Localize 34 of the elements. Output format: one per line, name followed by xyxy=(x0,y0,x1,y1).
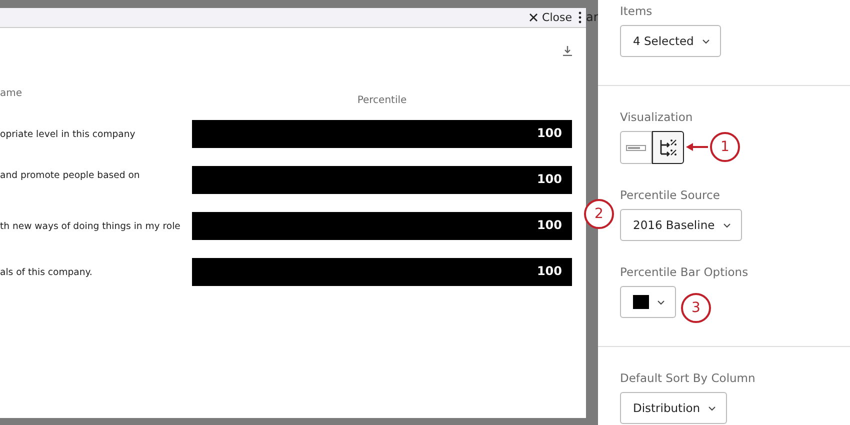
annotation-marker: 1 xyxy=(710,132,740,162)
dropdown[interactable]: Distribution xyxy=(620,392,728,424)
section-label: Default Sort By Column xyxy=(620,371,756,385)
bar-value: 100 xyxy=(536,264,562,278)
row-label: and promote people based on xyxy=(0,169,141,181)
percent-arrows-icon xyxy=(658,138,678,156)
bar-value: 100 xyxy=(536,126,562,140)
close-icon xyxy=(529,13,538,22)
more-options-icon[interactable] xyxy=(578,11,582,24)
column-header: Percentile xyxy=(357,95,407,108)
chevron-down-icon xyxy=(708,406,716,410)
chevron-down-icon xyxy=(657,300,665,304)
bar-value: 100 xyxy=(536,172,562,186)
download-icon[interactable] xyxy=(563,46,572,56)
annotation-marker: 3 xyxy=(681,293,711,323)
close-button[interactable]: Close xyxy=(529,11,572,24)
section-label: Items xyxy=(620,4,654,18)
bar-icon xyxy=(626,144,646,150)
column-header: ame xyxy=(0,88,22,99)
color-dropdown[interactable] xyxy=(620,286,676,318)
visualization-option-button[interactable] xyxy=(652,131,684,164)
row-label: th new ways of doing things in my role xyxy=(0,220,182,232)
dropdown[interactable]: 4 Selected xyxy=(620,25,721,57)
row-label: als of this company. xyxy=(0,266,94,278)
bar-value: 100 xyxy=(536,218,562,232)
row-label: opriate level in this company xyxy=(0,128,136,140)
section-label: Percentile Bar Options xyxy=(620,265,750,279)
dropdown[interactable]: 2016 Baseline xyxy=(620,209,742,241)
section-label: Percentile Source xyxy=(620,188,721,202)
chevron-down-icon xyxy=(702,38,710,44)
background-text: ar xyxy=(586,10,598,24)
section-label: Visualization xyxy=(620,110,694,124)
annotation-marker: 2 xyxy=(584,199,614,229)
chevron-down-icon xyxy=(722,222,731,228)
